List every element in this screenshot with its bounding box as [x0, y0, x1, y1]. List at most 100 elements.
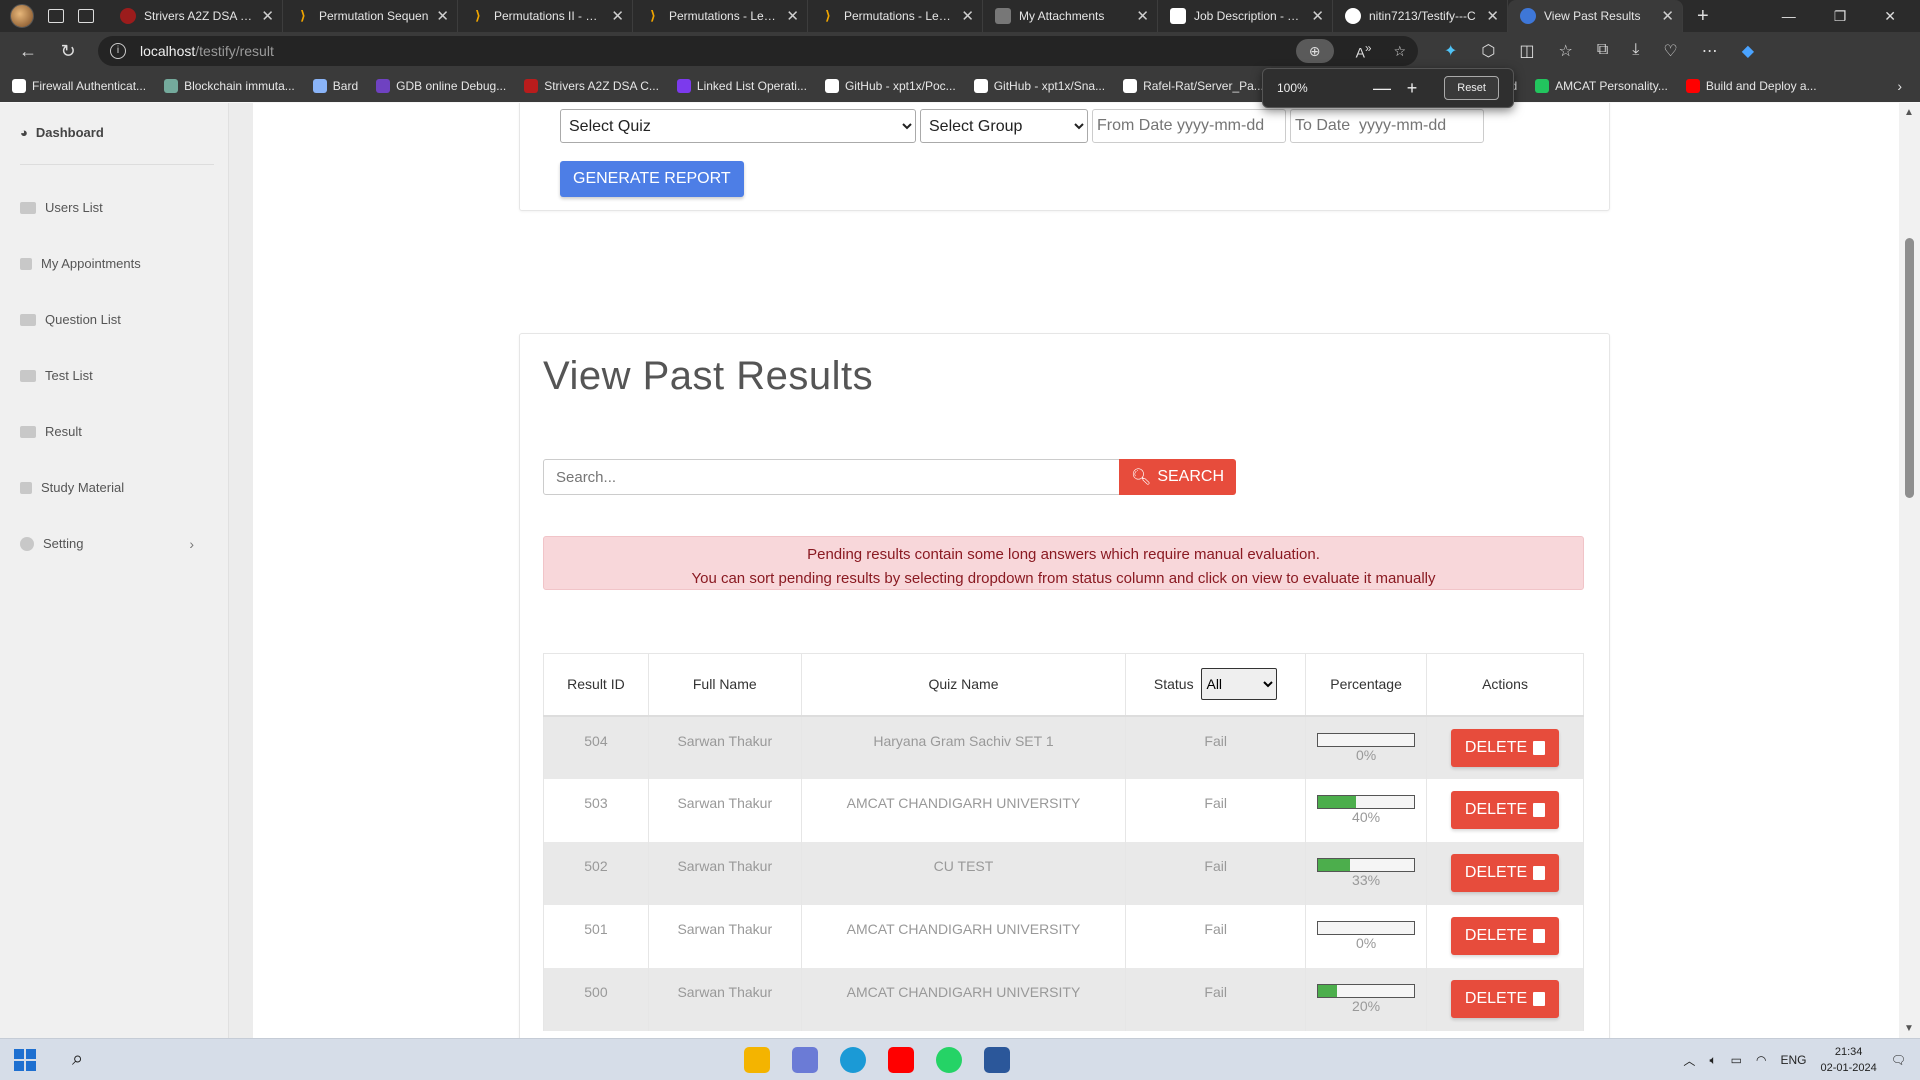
sidebar-item-test-list[interactable]: Test List [20, 368, 93, 383]
browser-tab[interactable]: ⟩ Permutations II - Lee ✕ [458, 0, 633, 32]
browser-tab[interactable]: nitin7213/Testify---C ✕ [1333, 0, 1508, 32]
tab-close-icon[interactable]: ✕ [261, 7, 274, 25]
search-input[interactable] [543, 459, 1120, 495]
extension-icon[interactable]: ✦ [1444, 41, 1457, 61]
page-scrollbar[interactable]: ▲ ▼ [1899, 103, 1920, 1038]
tab-close-icon[interactable]: ✕ [1661, 7, 1674, 25]
browser-tab[interactable]: Strivers A2Z DSA Co ✕ [108, 0, 283, 32]
tab-close-icon[interactable]: ✕ [961, 7, 974, 25]
scroll-down-icon[interactable]: ▼ [1904, 1023, 1914, 1034]
search-button[interactable]: 🔍︎ SEARCH [1119, 459, 1236, 495]
browser-tab[interactable]: My Attachments ✕ [983, 0, 1158, 32]
tab-close-icon[interactable]: ✕ [786, 7, 799, 25]
zoom-reset-button[interactable]: Reset [1444, 76, 1499, 100]
new-tab-icon[interactable]: + [1683, 5, 1723, 28]
bookmark-item[interactable]: Strivers A2Z DSA C... [524, 79, 659, 93]
col-percentage: Percentage [1305, 653, 1428, 717]
word-icon[interactable] [984, 1047, 1010, 1073]
restore-icon[interactable]: ❐ [1834, 8, 1847, 25]
bookmark-item[interactable]: GitHub - xpt1x/Poc... [824, 79, 956, 93]
select-group[interactable]: Select Group [920, 109, 1088, 143]
tab-close-icon[interactable]: ✕ [1311, 7, 1324, 25]
bookmark-item[interactable]: Blockchain immuta... [164, 79, 295, 93]
sidebar-item-my-appointments[interactable]: My Appointments [20, 256, 141, 271]
bookmarks-more-icon[interactable]: › [1897, 78, 1920, 94]
bookmark-item[interactable]: Bard [312, 79, 358, 93]
taskbar-search-icon[interactable]: ⌕ [72, 1048, 83, 1071]
read-aloud-icon[interactable]: A» [1356, 42, 1372, 61]
sidebar-item-study-material[interactable]: Study Material [20, 480, 124, 495]
bookmark-item[interactable]: GDB online Debug... [376, 79, 506, 93]
browser-tab[interactable]: Job Description - T-S ✕ [1158, 0, 1333, 32]
sidebar-item-question-list[interactable]: Question List [20, 312, 121, 327]
progress-bar [1317, 858, 1416, 872]
scroll-thumb[interactable] [1905, 238, 1914, 498]
notifications-icon[interactable]: 🗨︎ [1891, 1053, 1906, 1067]
favorites-icon[interactable]: ☆ [1559, 41, 1573, 61]
bookmark-item[interactable]: Build and Deploy a... [1685, 79, 1817, 93]
select-quiz[interactable]: Select Quiz [560, 109, 916, 143]
chevron-up-icon[interactable]: ︿ [1683, 1052, 1695, 1069]
delete-button[interactable]: DELETE [1450, 791, 1560, 829]
tab-close-icon[interactable]: ✕ [1486, 7, 1499, 25]
battery-icon[interactable]: ▭ [1731, 1053, 1742, 1067]
zoom-out-button[interactable]: — [1367, 78, 1397, 99]
edge-browser-icon[interactable] [840, 1047, 866, 1073]
delete-label: DELETE [1464, 927, 1528, 944]
browser-tab[interactable]: ⟩ Permutation Sequen ✕ [283, 0, 458, 32]
zoom-indicator-icon[interactable]: ⊕ [1295, 39, 1334, 63]
bookmark-item[interactable]: Rafel-Rat/Server_Pa... [1123, 79, 1264, 93]
results-table: Result ID Full Name Quiz Name Status All… [543, 653, 1584, 1031]
language-indicator[interactable]: ENG [1780, 1053, 1806, 1067]
browser-tab[interactable]: ⟩ Permutations - LeetC ✕ [633, 0, 808, 32]
menu-ellipsis-icon[interactable]: ⋯ [1702, 41, 1718, 61]
browser-tab[interactable]: ⟩ Permutations - LeetC ✕ [808, 0, 983, 32]
clock[interactable]: 21:34 02-01-2024 [1820, 1044, 1876, 1076]
generate-report-button[interactable]: GENERATE REPORT [560, 161, 744, 197]
delete-button[interactable]: DELETE [1450, 917, 1560, 955]
zoom-in-button[interactable]: + [1397, 78, 1427, 99]
tab-actions-icon[interactable] [78, 9, 94, 23]
profile-avatar-icon[interactable] [10, 4, 34, 28]
tab-close-icon[interactable]: ✕ [1136, 7, 1149, 25]
browser-tab[interactable]: View Past Results ✕ [1508, 0, 1683, 32]
youtube-icon[interactable] [888, 1047, 914, 1073]
delete-button[interactable]: DELETE [1450, 854, 1560, 892]
to-date-input[interactable] [1290, 109, 1484, 143]
bookmark-item[interactable]: AMCAT Personality... [1535, 79, 1668, 93]
collections-icon[interactable]: ⧉ [1597, 41, 1608, 61]
copilot-icon[interactable]: ◆ [1742, 41, 1754, 61]
site-info-icon[interactable]: i [110, 43, 126, 59]
downloads-icon[interactable]: ⤓ [1632, 41, 1639, 61]
scroll-up-icon[interactable]: ▲ [1904, 107, 1914, 118]
windows-start-icon[interactable] [14, 1048, 36, 1071]
wifi-icon[interactable]: ◠ [1756, 1053, 1766, 1067]
store-icon[interactable] [792, 1047, 818, 1073]
back-icon[interactable]: ← [8, 41, 48, 62]
bookmark-item[interactable]: GitHub - xpt1x/Sna... [973, 79, 1105, 93]
workspaces-icon[interactable] [48, 9, 64, 23]
extensions-puzzle-icon[interactable]: ⬡ [1481, 41, 1495, 61]
bookmark-item[interactable]: Linked List Operati... [676, 79, 807, 93]
close-window-icon[interactable]: ✕ [1884, 8, 1896, 25]
sidebar-item-setting[interactable]: Setting › [20, 536, 214, 552]
minimize-icon[interactable]: — [1782, 8, 1796, 25]
sidebar-item-users-list[interactable]: Users List [20, 200, 103, 215]
tab-close-icon[interactable]: ✕ [436, 7, 449, 25]
whatsapp-icon[interactable] [936, 1047, 962, 1073]
tab-close-icon[interactable]: ✕ [611, 7, 624, 25]
bookmark-item[interactable]: Firewall Authenticat... [12, 79, 146, 93]
from-date-input[interactable] [1092, 109, 1286, 143]
delete-button[interactable]: DELETE [1450, 728, 1560, 767]
sidebar-item-dashboard[interactable]: ◕ Dashboard [20, 125, 214, 165]
sidebar-item-result[interactable]: Result [20, 424, 82, 439]
file-explorer-icon[interactable] [744, 1047, 770, 1073]
status-filter-select[interactable]: All [1201, 668, 1278, 701]
split-screen-icon[interactable]: ◫ [1519, 41, 1534, 61]
volume-icon[interactable]: 🔈︎ [1709, 1053, 1716, 1068]
performance-icon[interactable]: ♡ [1663, 41, 1677, 61]
url-field[interactable]: i localhost/testify/result ⊕ A» ☆ [98, 36, 1418, 66]
refresh-icon[interactable]: ↻ [48, 41, 88, 62]
delete-button[interactable]: DELETE [1450, 980, 1560, 1018]
favorite-star-icon[interactable]: ☆ [1393, 43, 1406, 60]
